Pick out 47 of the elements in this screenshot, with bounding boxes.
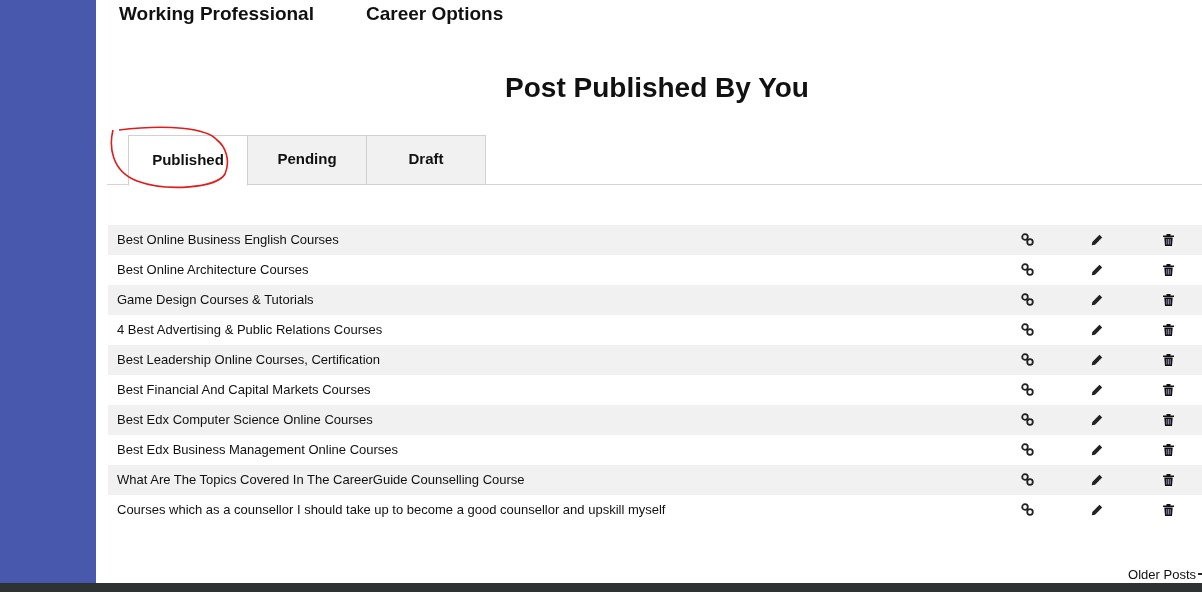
trash-icon[interactable] [1163, 383, 1174, 396]
link-icon[interactable] [1020, 263, 1034, 276]
pencil-icon[interactable] [1091, 323, 1103, 336]
trash-icon[interactable] [1163, 503, 1174, 516]
tab[interactable]: Draft [366, 134, 486, 185]
post-title[interactable]: 4 Best Advertising & Public Relations Courses [108, 319, 992, 340]
older-posts-link[interactable]: Older Posts [1128, 564, 1196, 584]
pencil-icon[interactable] [1091, 383, 1103, 396]
post-title[interactable]: Best Edx Computer Science Online Courses [108, 409, 992, 430]
pencil-icon[interactable] [1091, 413, 1103, 426]
post-title[interactable]: Best Online Business English Courses [108, 229, 992, 250]
trash-icon[interactable] [1163, 473, 1174, 486]
link-icon[interactable] [1020, 293, 1034, 306]
trash-icon[interactable] [1163, 443, 1174, 456]
tab[interactable]: Published [128, 134, 248, 186]
nav-link[interactable]: Working Professional [119, 0, 314, 29]
trash-icon[interactable] [1163, 263, 1174, 276]
post-title[interactable]: Best Financial And Capital Markets Courses [108, 379, 992, 400]
trash-icon[interactable] [1163, 323, 1174, 336]
link-icon[interactable] [1020, 473, 1034, 486]
pencil-icon[interactable] [1091, 443, 1103, 456]
post-title[interactable]: Best Leadership Online Courses, Certification [108, 349, 992, 370]
trash-icon[interactable] [1163, 353, 1174, 366]
trash-icon[interactable] [1163, 233, 1174, 246]
pencil-icon[interactable] [1091, 473, 1103, 486]
link-icon[interactable] [1020, 443, 1034, 456]
link-icon[interactable] [1020, 503, 1034, 516]
pencil-icon[interactable] [1091, 503, 1103, 516]
pencil-icon[interactable] [1091, 233, 1103, 246]
post-title[interactable]: Game Design Courses & Tutorials [108, 289, 992, 310]
pencil-icon[interactable] [1091, 353, 1103, 366]
nav-link[interactable]: Career Options [365, 0, 504, 29]
link-icon[interactable] [1020, 323, 1034, 336]
post-title[interactable]: Best Online Architecture Courses [108, 259, 992, 280]
pencil-icon[interactable] [1091, 263, 1103, 276]
link-icon[interactable] [1020, 413, 1034, 426]
post-title[interactable]: Best Edx Business Management Online Courses [108, 439, 992, 460]
page-title: Post Published By You [504, 70, 810, 105]
trash-icon[interactable] [1163, 413, 1174, 426]
pencil-icon[interactable] [1091, 293, 1103, 306]
post-title[interactable]: Courses which as a counsellor I should take up to become a good counsellor and upskill myself [108, 499, 992, 520]
post-title[interactable]: What Are The Topics Covered In The CareerGuide Counselling Course [108, 469, 992, 490]
link-icon[interactable] [1020, 383, 1034, 396]
tab[interactable]: Pending [247, 134, 367, 185]
link-icon[interactable] [1020, 233, 1034, 246]
trash-icon[interactable] [1163, 293, 1174, 306]
link-icon[interactable] [1020, 353, 1034, 366]
